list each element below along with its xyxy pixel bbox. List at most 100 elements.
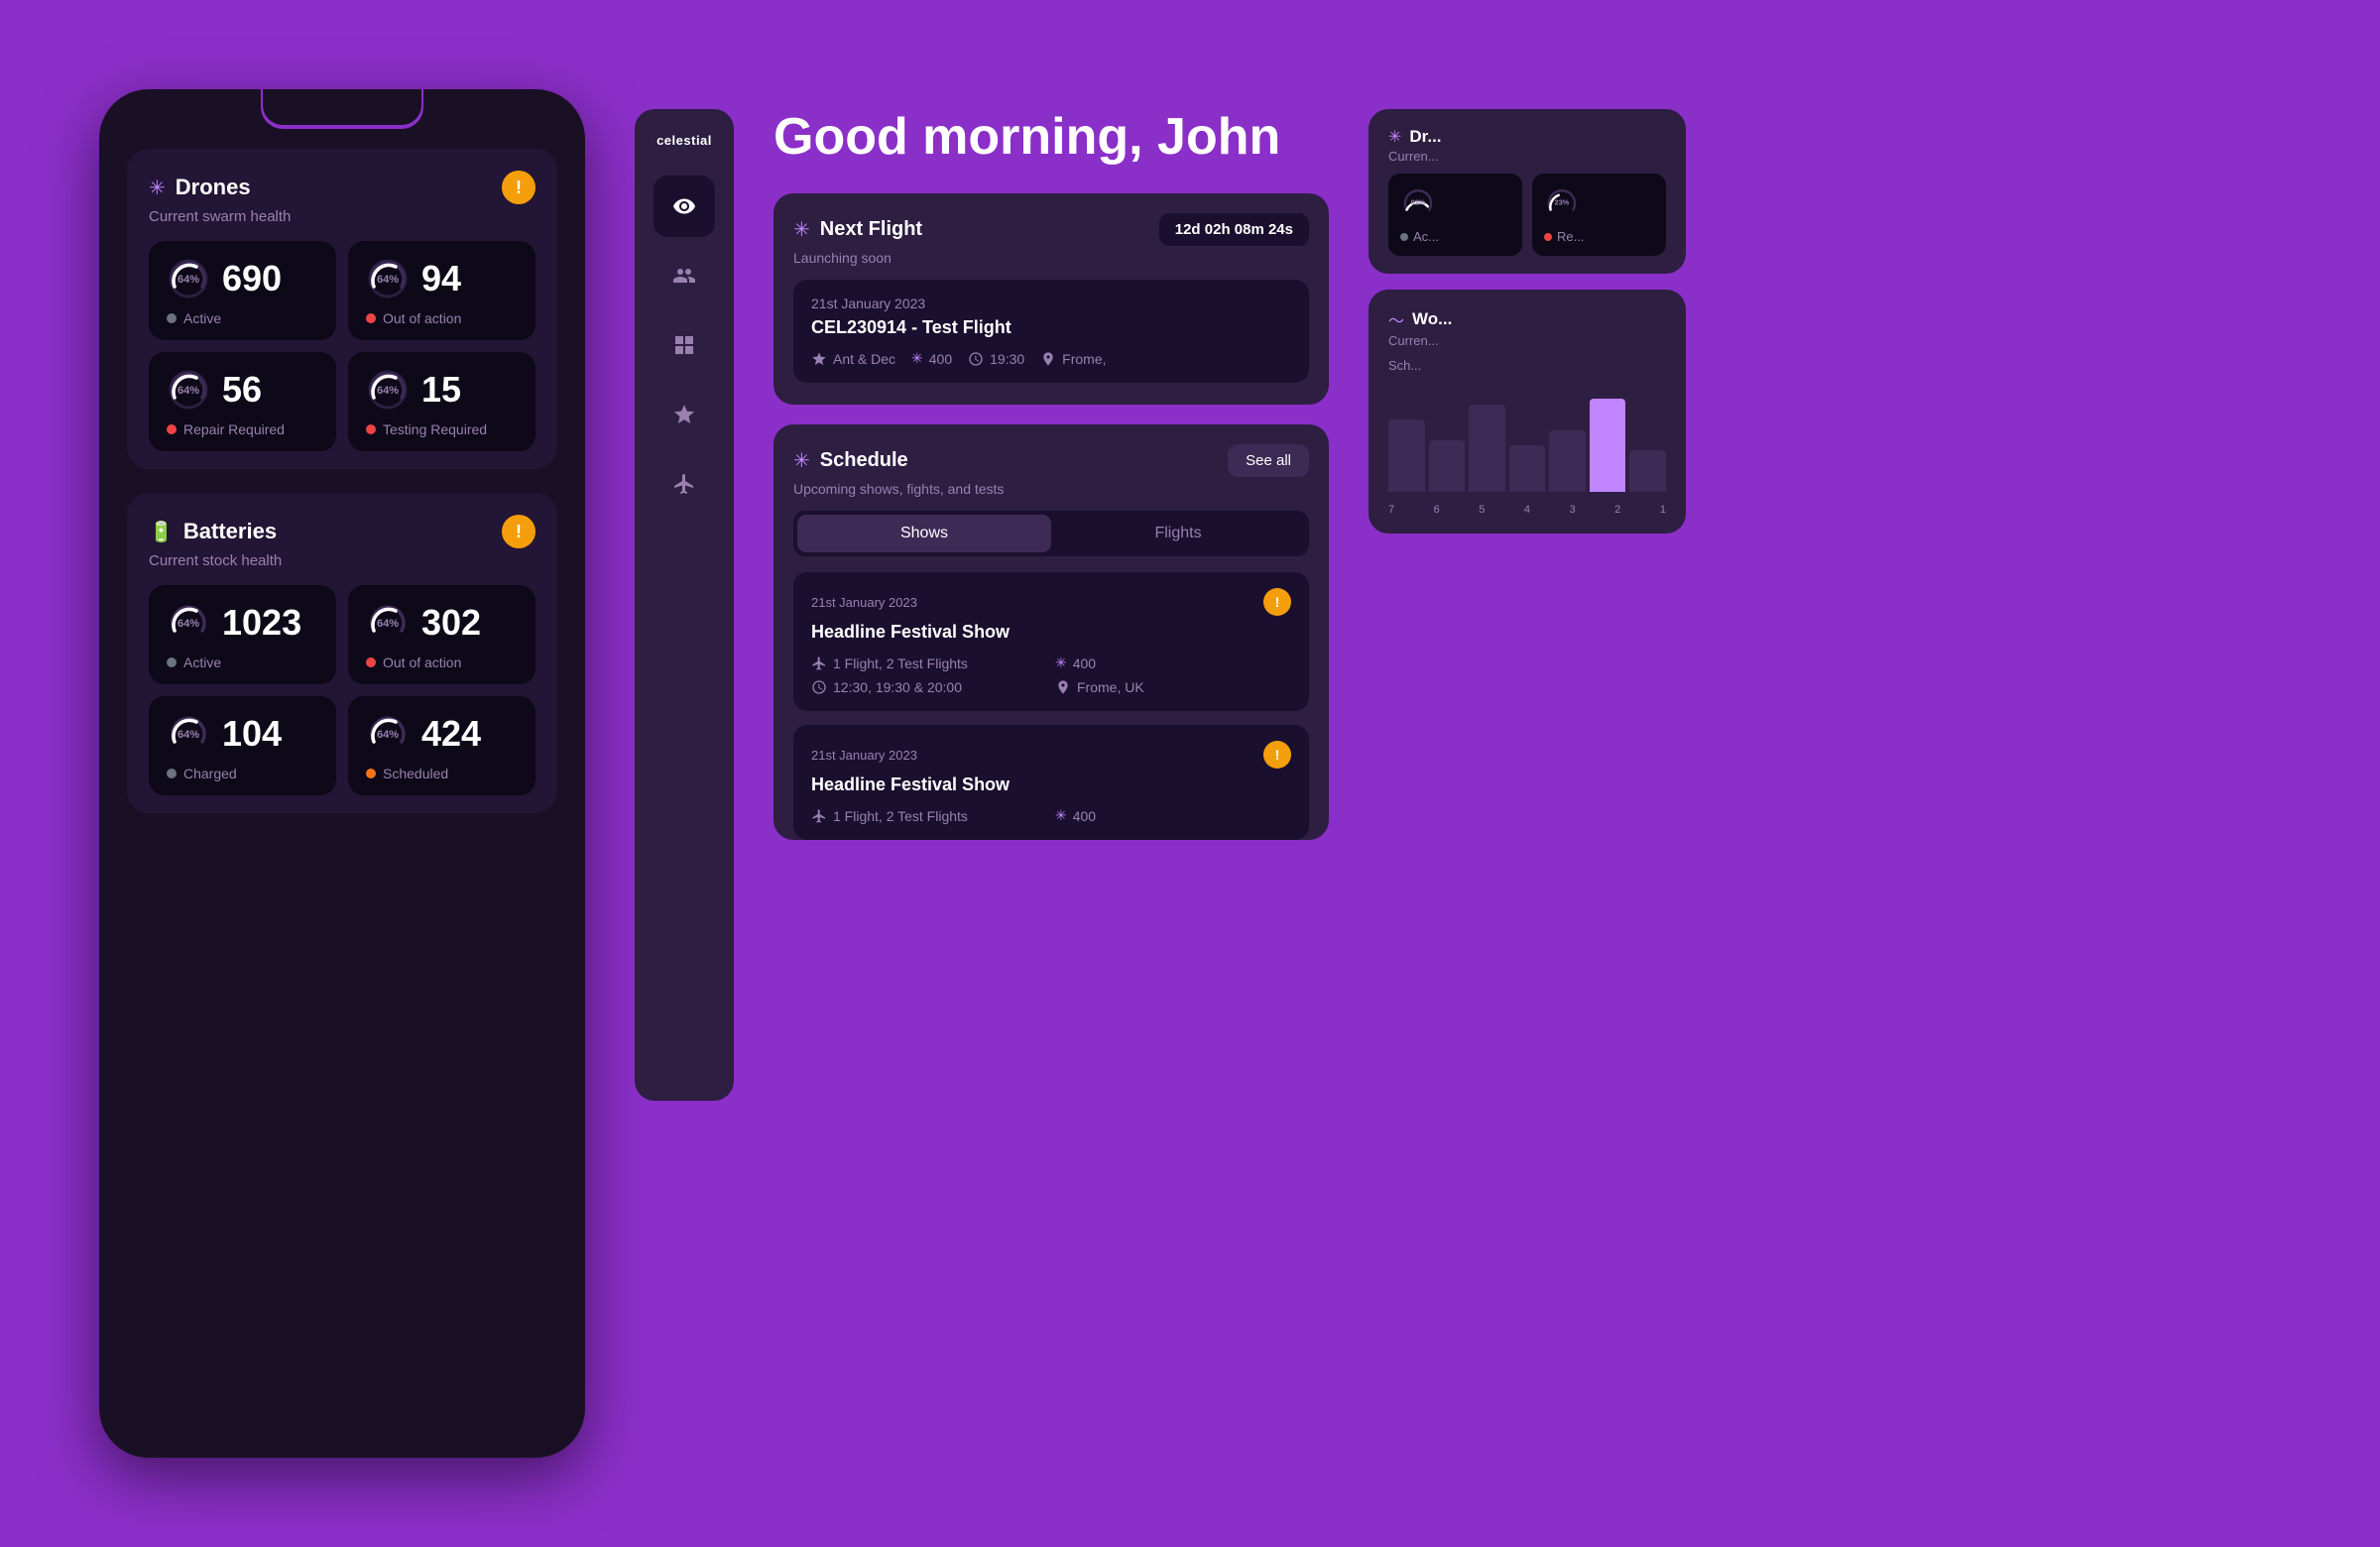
event-alert-1: ! <box>1263 588 1291 616</box>
batteries-title: Batteries <box>183 519 277 544</box>
batteries-scheduled-card: 64% 424 Scheduled <box>348 696 536 795</box>
batteries-charged-label: Charged <box>167 766 318 781</box>
drones-repair-label: Repair Required <box>167 421 318 437</box>
brand-label: celestial <box>656 133 712 148</box>
gauge-icon-7: 64% <box>167 712 210 756</box>
next-flight-subtitle: Launching soon <box>793 250 1309 266</box>
event-clock-icon-1 <box>811 679 827 695</box>
status-dot-orange-1 <box>366 769 376 778</box>
event-date-1: 21st January 2023 ! <box>811 588 1291 616</box>
drones-testing-value: 15 <box>421 369 461 411</box>
flight-drones: ✳ 400 <box>911 350 952 367</box>
main-content: Good morning, John ✳ Next Flight 12d 02h… <box>774 109 1329 1101</box>
sidebar-item-eye[interactable] <box>654 176 715 237</box>
star-meta-icon <box>811 351 827 367</box>
batteries-active-label: Active <box>167 654 318 670</box>
see-all-button[interactable]: See all <box>1228 444 1309 477</box>
drones-out-card: 64% 94 Out of action <box>348 241 536 340</box>
drones-section: ✳ Drones ! Current swarm health 64% <box>127 149 557 469</box>
drones-testing-card: 64% 15 Testing Required <box>348 352 536 451</box>
flight-icon <box>672 472 696 496</box>
right-drones-title: Dr... <box>1409 127 1441 147</box>
status-dot-gray-1 <box>167 313 177 323</box>
drones-testing-label: Testing Required <box>366 421 518 437</box>
right-card-drones: ✳ Dr... Curren... 92% Ac... <box>1368 109 1686 274</box>
people-icon <box>672 264 696 288</box>
battery-icon: 🔋 <box>149 520 174 544</box>
schedule-card: ✳ Schedule See all Upcoming shows, fight… <box>774 424 1329 840</box>
event-title-2: Headline Festival Show <box>811 774 1291 795</box>
sidebar-item-flight[interactable] <box>654 453 715 515</box>
next-flight-card: ✳ Next Flight 12d 02h 08m 24s Launching … <box>774 193 1329 405</box>
svg-text:92%: 92% <box>1411 198 1426 207</box>
sidebar-item-grid[interactable] <box>654 314 715 376</box>
flight-detail-card: 21st January 2023 CEL230914 - Test Fligh… <box>793 280 1309 383</box>
next-flight-title: Next Flight <box>820 218 922 241</box>
event-card-2: 21st January 2023 ! Headline Festival Sh… <box>793 725 1309 840</box>
right-drones-icon: ✳ <box>1388 127 1401 147</box>
event-title-1: Headline Festival Show <box>811 622 1291 643</box>
sidebar-item-star[interactable] <box>654 384 715 445</box>
flight-meta: Ant & Dec ✳ 400 19:30 Frome, <box>811 350 1291 367</box>
gauge-icon-4: 64% <box>366 368 410 412</box>
gauge-icon-6: 64% <box>366 601 410 645</box>
tab-flights[interactable]: Flights <box>1051 515 1305 552</box>
event-date-2: 21st January 2023 ! <box>811 741 1291 769</box>
tab-shows[interactable]: Shows <box>797 515 1051 552</box>
batteries-active-value: 1023 <box>222 602 301 644</box>
batteries-scheduled-label: Scheduled <box>366 766 518 781</box>
gauge-icon-1: 64% <box>167 257 210 300</box>
event-meta-2: 1 Flight, 2 Test Flights ✳ 400 <box>811 807 1291 824</box>
drones-repair-value: 56 <box>222 369 262 411</box>
status-dot-gray-2 <box>167 657 177 667</box>
svg-text:64%: 64% <box>377 385 399 397</box>
gauge-icon-3: 64% <box>167 368 210 412</box>
batteries-charged-value: 104 <box>222 713 282 755</box>
svg-text:64%: 64% <box>178 274 199 286</box>
batteries-out-label: Out of action <box>366 654 518 670</box>
sidebar: celestial <box>635 109 734 1101</box>
clock-icon <box>968 351 984 367</box>
flight-id: CEL230914 - Test Flight <box>811 317 1291 338</box>
drone-count-icon: ✳ <box>911 350 923 367</box>
drones-stat-grid: 64% 690 Active <box>149 241 536 451</box>
event-flights-1: 1 Flight, 2 Test Flights <box>811 654 1047 671</box>
svg-text:64%: 64% <box>178 385 199 397</box>
sidebar-item-people[interactable] <box>654 245 715 306</box>
drones-subtitle: Current swarm health <box>149 208 536 225</box>
grid-icon <box>672 333 696 357</box>
right-gauge-2: 23% <box>1544 185 1580 221</box>
flight-time: 19:30 <box>968 350 1024 367</box>
right-card-workout: 〜 Wo... Curren... Sch... 7654321 <box>1368 290 1686 534</box>
svg-text:64%: 64% <box>178 618 199 630</box>
drones-title: Drones <box>176 175 251 200</box>
flight-location: Frome, <box>1040 350 1106 367</box>
status-dot-red-2 <box>167 424 177 434</box>
right-workout-subtitle: Curren... <box>1388 333 1666 348</box>
right-workout-icon: 〜 <box>1388 307 1404 331</box>
svg-text:64%: 64% <box>377 618 399 630</box>
event-alert-2: ! <box>1263 741 1291 769</box>
event-meta-1: 1 Flight, 2 Test Flights ✳ 400 12:30, 19… <box>811 654 1291 695</box>
event-location-icon-1 <box>1055 679 1071 695</box>
batteries-charged-card: 64% 104 Charged <box>149 696 336 795</box>
batteries-out-card: 64% 302 Out of action <box>348 585 536 684</box>
right-panel: ✳ Dr... Curren... 92% Ac... <box>1368 109 1686 1101</box>
drones-alert-badge: ! <box>502 171 536 204</box>
batteries-active-card: 64% 1023 Active <box>149 585 336 684</box>
right-schedule-label: Sch... <box>1388 358 1666 373</box>
schedule-icon: ✳ <box>793 448 810 473</box>
status-dot-gray-3 <box>167 769 177 778</box>
batteries-scheduled-value: 424 <box>421 713 481 755</box>
gauge-icon-2: 64% <box>366 257 410 300</box>
schedule-title: Schedule <box>820 449 908 472</box>
batteries-section: 🔋 Batteries ! Current stock health 64% 1… <box>127 493 557 813</box>
event-drones-1: ✳ 400 <box>1055 654 1291 671</box>
flight-timer: 12d 02h 08m 24s <box>1159 213 1309 246</box>
gauge-icon-8: 64% <box>366 712 410 756</box>
drones-out-label: Out of action <box>366 310 518 326</box>
batteries-alert-badge: ! <box>502 515 536 548</box>
event-card-1: 21st January 2023 ! Headline Festival Sh… <box>793 572 1309 711</box>
right-gauge-1: 92% <box>1400 185 1436 221</box>
drones-icon: ✳ <box>149 176 166 200</box>
